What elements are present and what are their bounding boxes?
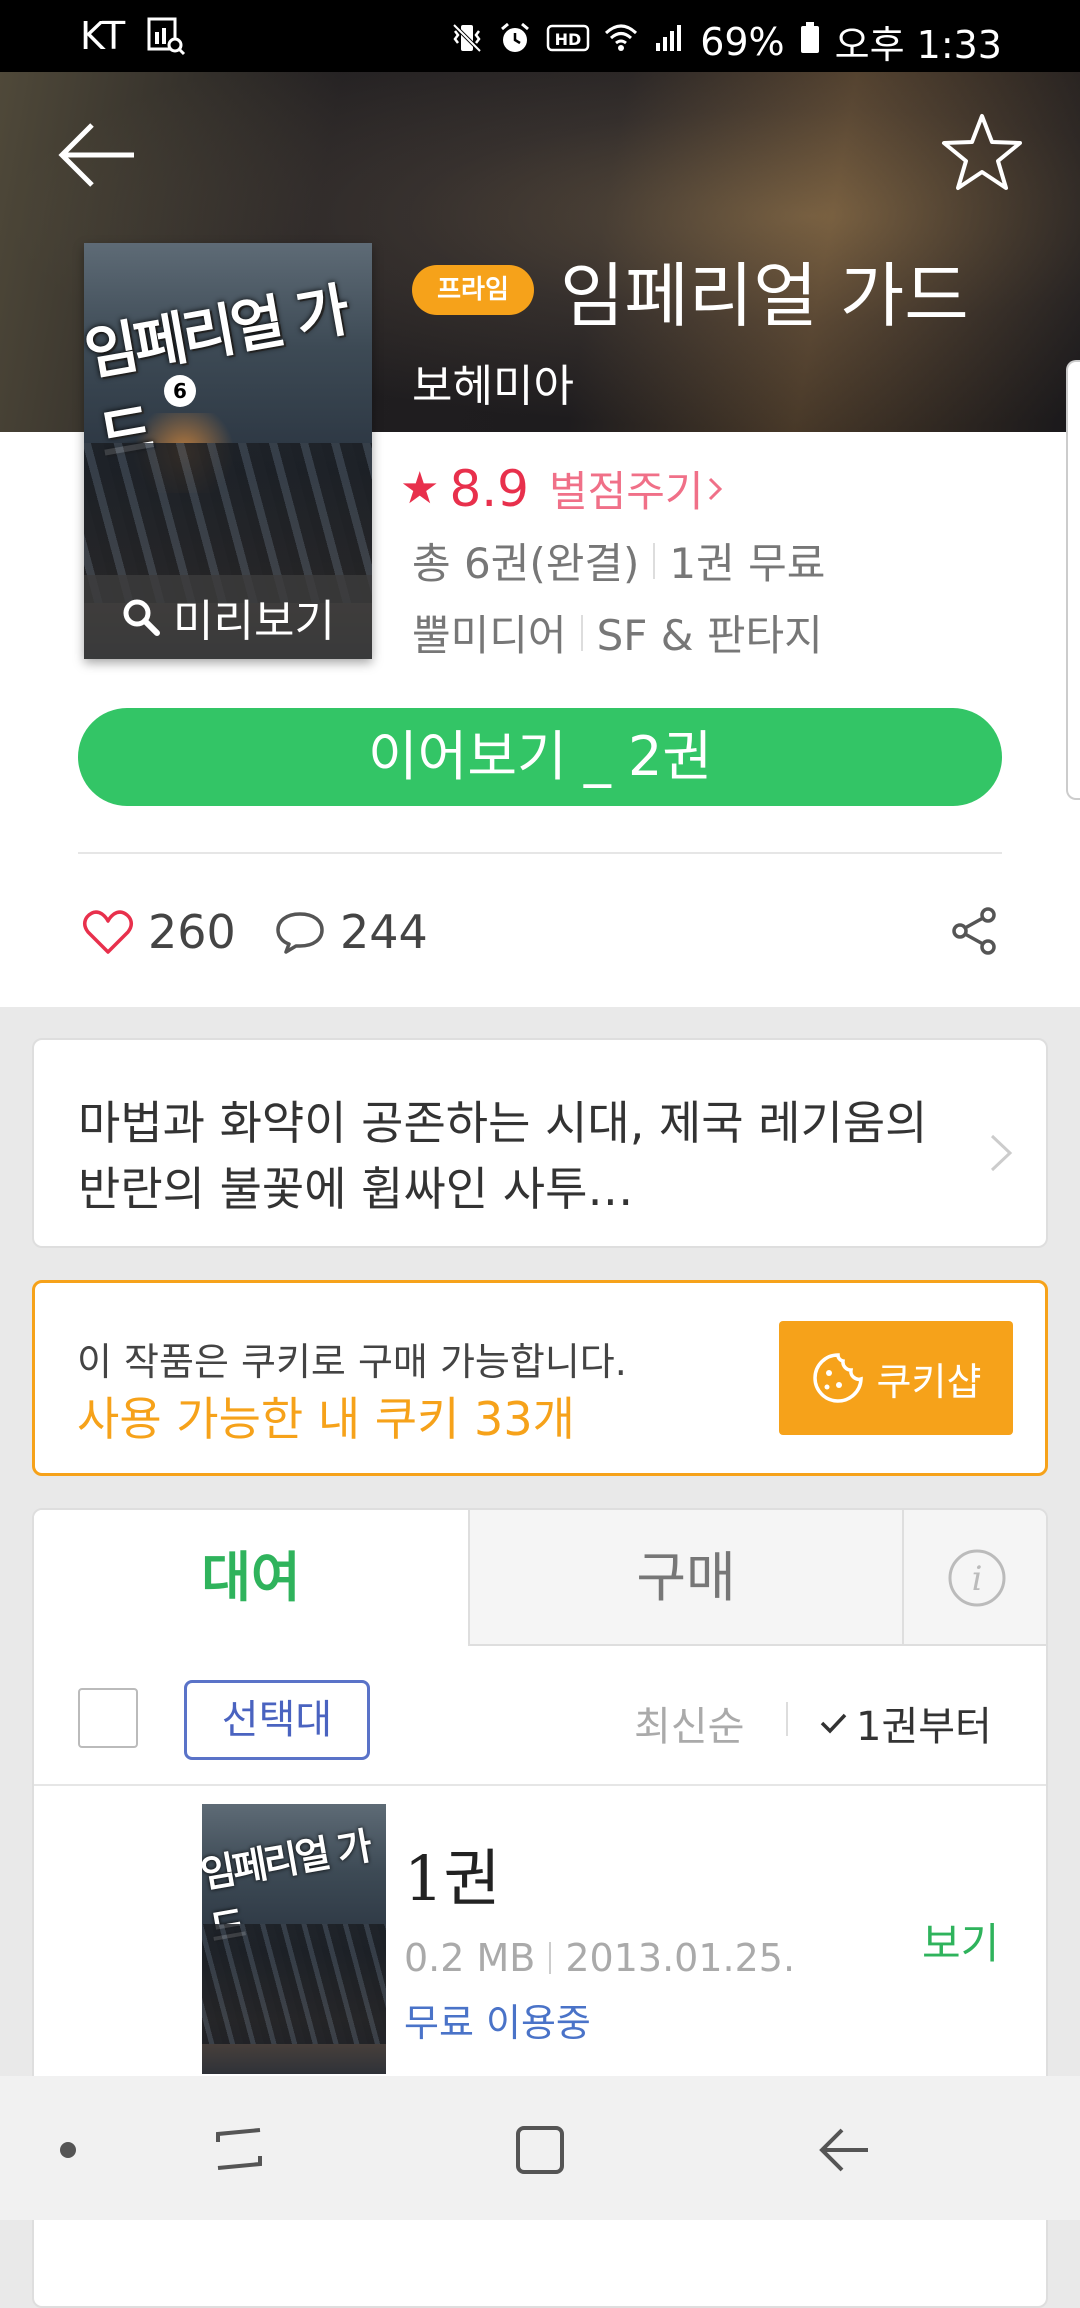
filter-row: 선택대 최신순 1권부터	[34, 1646, 1046, 1786]
alarm-icon	[498, 20, 532, 64]
volume-info: 총 6권(완결) 1권 무료	[412, 530, 825, 591]
tab-buy[interactable]: 구매	[468, 1510, 902, 1646]
comment-button[interactable]: 244	[274, 905, 428, 959]
home-button[interactable]	[510, 2120, 570, 2180]
carrier-label: KT	[80, 14, 126, 58]
share-button[interactable]	[948, 905, 1000, 957]
volume-status: 무료 이용중	[404, 2001, 591, 2045]
cookie-balance: 사용 가능한 내 쿠키 33개	[77, 1392, 575, 1446]
release-date: 2013.01.25.	[565, 1936, 796, 1980]
chevron-right-icon	[990, 1134, 1013, 1172]
svg-text:HD: HD	[555, 30, 582, 49]
chevron-right-icon	[708, 477, 722, 500]
list-item[interactable]: 임페리얼 가드 1권 0.2 MB 2013.01.25. 무료 이용중 보기	[34, 1786, 1046, 2086]
recent-apps-icon	[216, 2128, 262, 2170]
select-button[interactable]: 선택대	[184, 1680, 370, 1760]
status-bar: KT HD 69% 오후 1:33	[0, 0, 1080, 72]
cover-illustration	[202, 1924, 386, 2044]
star-outline-icon	[942, 114, 1022, 190]
genre[interactable]: SF & 판타지	[597, 602, 823, 663]
back-nav-button[interactable]	[814, 2120, 874, 2180]
rate-button[interactable]: 별점주기	[549, 458, 728, 519]
cookie-shop-button[interactable]: 쿠키샵	[779, 1321, 1013, 1435]
share-icon	[952, 907, 996, 955]
divider	[653, 542, 656, 579]
author-name[interactable]: 보헤미아	[412, 350, 574, 414]
view-button[interactable]: 보기	[922, 1910, 999, 1971]
back-icon	[819, 2128, 868, 2172]
cookie-notice: 이 작품은 쿠키로 구매 가능합니다.	[77, 1340, 627, 1384]
cookie-icon	[812, 1353, 863, 1403]
rating-value: 8.9	[449, 459, 529, 518]
rating-star-icon: ★	[400, 463, 440, 514]
comment-icon	[276, 912, 324, 954]
publisher-info: 뿔미디어 SF & 판타지	[412, 602, 823, 663]
sort-latest-option[interactable]: 최신순	[634, 1694, 744, 1752]
rating-row: ★ 8.9 별점주기	[400, 458, 728, 519]
rate-label: 별점주기	[548, 467, 704, 516]
cookie-shop-label: 쿠키샵	[876, 1359, 982, 1404]
continue-reading-button[interactable]: 이어보기 _ 2권	[78, 708, 1002, 806]
preview-button[interactable]: 미리보기	[84, 575, 372, 659]
book-cover[interactable]: 임페리얼 가드 6 미리보기	[84, 243, 372, 659]
screenshot-icon	[146, 16, 186, 60]
wifi-icon	[604, 20, 638, 64]
cookie-card: 이 작품은 쿠키로 구매 가능합니다. 사용 가능한 내 쿠키 33개 쿠키샵	[32, 1280, 1048, 1476]
like-count: 260	[148, 905, 236, 959]
select-all-checkbox[interactable]	[78, 1688, 138, 1748]
preview-label: 미리보기	[173, 596, 335, 647]
volume-title: 1권	[404, 1842, 501, 1915]
divider	[580, 614, 583, 651]
battery-icon	[799, 20, 821, 64]
clock: 오후 1:33	[834, 23, 1002, 67]
free-volumes: 1권 무료	[669, 539, 826, 588]
recent-apps-button[interactable]	[210, 2120, 270, 2180]
file-size: 0.2 MB	[404, 1936, 536, 1980]
book-title: 임페리얼 가드	[560, 255, 969, 337]
synopsis-text: 마법과 화약이 공존하는 시대, 제국 레기움의 반란의 불꽃에 휩싸인 사투…	[78, 1096, 928, 1216]
vibrate-icon	[450, 20, 484, 64]
battery-percent: 69%	[700, 19, 785, 64]
heart-icon	[83, 910, 133, 954]
like-button[interactable]: 260	[82, 905, 236, 959]
sort-first-label: 1권부터	[856, 1704, 992, 1750]
navigation-bar	[0, 2076, 1080, 2220]
comment-count: 244	[340, 905, 428, 959]
tab-rent[interactable]: 대여	[34, 1510, 468, 1646]
nav-dot-button[interactable]	[38, 2120, 98, 2180]
hd-icon: HD	[546, 20, 590, 64]
status-icons: HD 69% 오후 1:33	[450, 14, 1002, 69]
prime-badge: 프라임	[412, 265, 534, 315]
volume-count: 총 6권(완결)	[412, 539, 640, 588]
divider	[786, 1702, 788, 1736]
volume-cover: 임페리얼 가드	[202, 1804, 386, 2074]
cover-volume-number: 6	[164, 375, 196, 407]
search-icon	[123, 599, 161, 636]
volume-meta: 0.2 MB 2013.01.25.	[404, 1936, 795, 1980]
back-arrow-icon	[58, 123, 134, 187]
publisher[interactable]: 뿔미디어	[412, 602, 567, 663]
divider	[549, 1942, 552, 1974]
favorite-button[interactable]	[940, 110, 1024, 194]
tab-bar: 대여 구매 i	[34, 1510, 1046, 1646]
edge-panel-handle[interactable]	[1066, 360, 1080, 800]
check-icon	[820, 1713, 847, 1734]
synopsis-card[interactable]: 마법과 화약이 공존하는 시대, 제국 레기움의 반란의 불꽃에 휩싸인 사투…	[32, 1038, 1048, 1248]
svg-text:i: i	[972, 1559, 983, 1599]
info-icon: i	[948, 1549, 1006, 1607]
sort-first-option[interactable]: 1권부터	[818, 1694, 992, 1752]
info-button[interactable]: i	[902, 1510, 1046, 1646]
back-button[interactable]	[52, 110, 142, 200]
home-icon	[516, 2126, 564, 2174]
divider	[78, 852, 1002, 854]
signal-icon	[652, 20, 686, 64]
dot-icon	[60, 2142, 76, 2158]
